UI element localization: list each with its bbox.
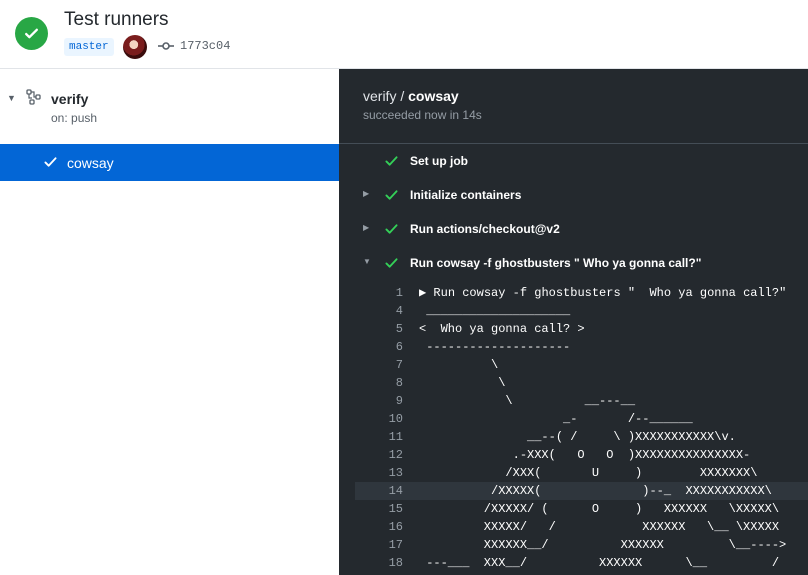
check-icon: [385, 224, 398, 234]
line-number[interactable]: 16: [377, 518, 403, 536]
run-header: Test runners master 1773c04: [0, 0, 808, 69]
workflow-sidebar: ▼ verify on: push cowsay: [0, 69, 339, 575]
job-log-panel: verify / cowsay succeeded now in 14s Set…: [339, 69, 808, 575]
commit-icon: [158, 42, 174, 50]
step-label: Set up job: [410, 154, 468, 168]
collapse-caret-icon[interactable]: ▼: [7, 93, 16, 103]
step-label: Run actions/checkout@v2: [410, 222, 560, 236]
log-line-text: XXXXXX__/ XXXXXX \__---->: [419, 538, 787, 552]
log-line-text: ---___ XXX__/ XXXXXX \__ /: [419, 556, 780, 570]
workflow-trigger: on: push: [51, 111, 98, 125]
line-number[interactable]: 8: [377, 374, 403, 392]
log-line-text: /XXXXX( )--_ XXXXXXXXXXX\: [419, 484, 772, 498]
log-line-text: \: [419, 376, 506, 390]
log-line-text: __--( / \ )XXXXXXXXXXX\v.: [419, 430, 736, 444]
log-line[interactable]: 12 .-XXX( O O )XXXXXXXXXXXXXXX-: [339, 446, 808, 464]
log-line[interactable]: 10 _- /--______: [339, 410, 808, 428]
line-number[interactable]: 14: [377, 482, 403, 500]
step-run-checkout[interactable]: ▶ Run actions/checkout@v2: [339, 212, 808, 246]
line-number[interactable]: 13: [377, 464, 403, 482]
check-icon: [44, 157, 57, 167]
job-label: cowsay: [67, 155, 114, 171]
log-line[interactable]: 17 XXXXXX__/ XXXXXX \__---->: [339, 536, 808, 554]
log-header: verify / cowsay succeeded now in 14s: [339, 69, 808, 144]
step-label: Initialize containers: [410, 188, 522, 202]
line-number[interactable]: 10: [377, 410, 403, 428]
log-line-text: .-XXX( O O )XXXXXXXXXXXXXXX-: [419, 448, 751, 462]
line-number[interactable]: 6: [377, 338, 403, 356]
log-line-text: ____________________: [419, 304, 571, 318]
line-number[interactable]: 18: [377, 554, 403, 572]
check-icon: [385, 258, 398, 268]
log-line-text: \: [419, 358, 499, 372]
line-number[interactable]: 9: [377, 392, 403, 410]
log-line[interactable]: 4 ____________________: [339, 302, 808, 320]
expand-caret-icon[interactable]: ▶: [363, 223, 369, 232]
step-run-cowsay[interactable]: ▼ Run cowsay -f ghostbusters " Who ya go…: [339, 246, 808, 280]
step-label: Run cowsay -f ghostbusters " Who ya gonn…: [410, 256, 702, 270]
log-line[interactable]: 18 ---___ XXX__/ XXXXXX \__ /: [339, 554, 808, 572]
log-line-text: ▶ Run cowsay -f ghostbusters " Who ya go…: [419, 286, 787, 300]
line-number[interactable]: 7: [377, 356, 403, 374]
step-set-up-job[interactable]: Set up job: [339, 144, 808, 178]
workflow-name[interactable]: verify: [51, 91, 88, 107]
log-line[interactable]: 5 < Who ya gonna call? >: [339, 320, 808, 338]
step-initialize-containers[interactable]: ▶ Initialize containers: [339, 178, 808, 212]
log-job-name: cowsay: [408, 88, 459, 104]
log-line-text: /XXXXX/ ( O ) XXXXXX \XXXXX\: [419, 502, 780, 516]
log-workflow-name: verify: [363, 88, 397, 104]
run-title: Test runners: [64, 9, 169, 30]
commit-sha[interactable]: 1773c04: [180, 39, 230, 53]
log-line-text: --------------------: [419, 340, 571, 354]
line-number[interactable]: 15: [377, 500, 403, 518]
job-status-text: succeeded now in 14s: [363, 108, 482, 122]
log-line[interactable]: 16 XXXXX/ / XXXXXX \__ \XXXXX: [339, 518, 808, 536]
log-line-text: XXXXX/ / XXXXXX \__ \XXXXX: [419, 520, 780, 534]
log-line[interactable]: 6 --------------------: [339, 338, 808, 356]
line-number[interactable]: 4: [377, 302, 403, 320]
check-icon: [385, 156, 398, 166]
branch-badge[interactable]: master: [64, 38, 114, 56]
log-line[interactable]: 9 \ __---__: [339, 392, 808, 410]
log-title: verify / cowsay: [363, 88, 459, 104]
log-output: 1 ▶ Run cowsay -f ghostbusters " Who ya g…: [339, 284, 808, 572]
line-number[interactable]: 1: [377, 284, 403, 302]
line-number[interactable]: 12: [377, 446, 403, 464]
log-line[interactable]: 15 /XXXXX/ ( O ) XXXXXX \XXXXX\: [339, 500, 808, 518]
log-line[interactable]: 13 /XXX( U ) XXXXXXX\: [339, 464, 808, 482]
sidebar-item-cowsay[interactable]: cowsay: [0, 144, 339, 181]
check-icon: [385, 190, 398, 200]
log-title-separator: /: [396, 88, 409, 104]
log-line[interactable]: 11 __--( / \ )XXXXXXXXXXX\v.: [339, 428, 808, 446]
line-number[interactable]: 5: [377, 320, 403, 338]
log-line[interactable]: 1 ▶ Run cowsay -f ghostbusters " Who ya g…: [339, 284, 808, 302]
avatar[interactable]: [123, 35, 147, 59]
line-number[interactable]: 17: [377, 536, 403, 554]
log-line-text: _- /--______: [419, 412, 693, 426]
expand-caret-icon[interactable]: ▶: [363, 189, 369, 198]
collapse-caret-icon[interactable]: ▼: [363, 257, 371, 266]
log-line[interactable]: 8 \: [339, 374, 808, 392]
workflow-icon: [26, 89, 41, 105]
log-line-text: < Who ya gonna call? >: [419, 322, 585, 336]
log-line-text: \ __---__: [419, 394, 636, 408]
log-line-text: /XXX( U ) XXXXXXX\: [419, 466, 758, 480]
log-line[interactable]: 14 /XXXXX( )--_ XXXXXXXXXXX\: [355, 482, 808, 500]
success-status-icon: [15, 17, 48, 50]
line-number[interactable]: 11: [377, 428, 403, 446]
log-line[interactable]: 7 \: [339, 356, 808, 374]
